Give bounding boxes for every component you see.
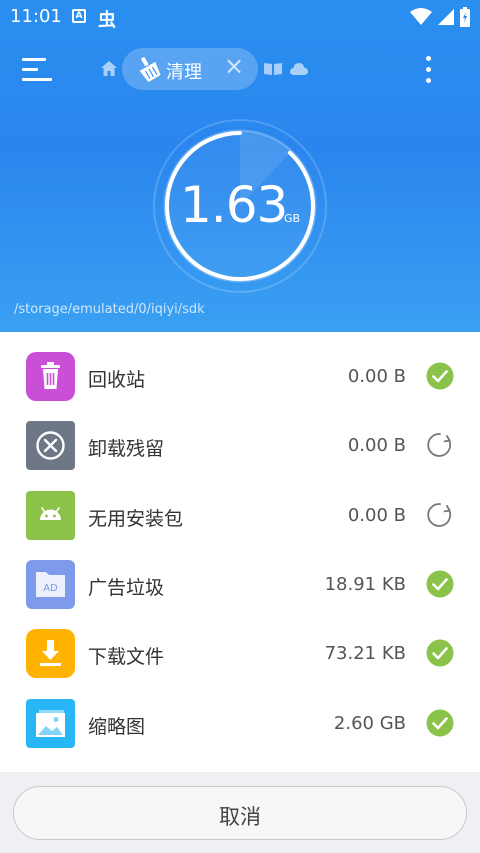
item-size: 0.00 B — [347, 366, 406, 387]
check-icon[interactable] — [426, 570, 454, 598]
thumbnail-icon — [26, 699, 75, 748]
cloud-icon[interactable] — [290, 62, 308, 76]
item-label: 广告垃圾 — [88, 577, 165, 599]
battery-icon — [460, 7, 470, 27]
status-time: 11:01 — [10, 6, 62, 27]
ad-icon: AD — [26, 560, 75, 609]
list-item-ad-junk[interactable]: AD 广告垃圾 18.91 KB — [0, 550, 480, 619]
gauge-unit: GB — [284, 212, 301, 225]
scan-path: /storage/emulated/0/iqiyi/sdk — [14, 302, 205, 317]
signal-icon — [438, 9, 454, 25]
toolbar: 清理 × — [0, 44, 480, 96]
check-icon[interactable] — [426, 362, 454, 390]
cancel-button[interactable]: 取消 — [13, 786, 467, 840]
tab-clean-label: 清理 — [166, 62, 202, 83]
list-item-unused-packages[interactable]: 无用安装包 0.00 B — [0, 481, 480, 550]
svg-text:AD: AD — [43, 583, 58, 594]
download-icon — [26, 629, 75, 678]
home-icon[interactable] — [100, 60, 118, 78]
item-label: 缩略图 — [88, 716, 146, 738]
list-item-downloads[interactable]: 下载文件 73.21 KB — [0, 619, 480, 688]
item-label: 无用安装包 — [88, 508, 184, 530]
item-label: 下载文件 — [88, 646, 165, 668]
broom-icon — [139, 57, 161, 82]
list-item-recycle-bin[interactable]: 回收站 0.00 B — [0, 342, 480, 411]
status-icons — [410, 7, 470, 27]
loading-icon — [427, 433, 452, 457]
close-icon[interactable]: × — [224, 54, 244, 78]
loading-icon — [427, 503, 452, 527]
check-icon[interactable] — [426, 709, 454, 737]
footer: 取消 — [0, 772, 480, 853]
gauge-value: 1.63 — [180, 176, 288, 234]
status-bar: 11:01 A 虫 — [0, 0, 480, 34]
item-size: 18.91 KB — [324, 574, 406, 595]
item-size: 0.00 B — [347, 435, 406, 456]
item-label: 卸载残留 — [88, 438, 165, 460]
cancel-label: 取消 — [219, 805, 261, 829]
item-size: 2.60 GB — [333, 713, 406, 734]
list-item-uninstall-residue[interactable]: 卸载残留 0.00 B — [0, 411, 480, 480]
trash-icon — [26, 352, 75, 401]
item-size: 73.21 KB — [324, 643, 406, 664]
android-icon — [26, 491, 75, 540]
list-item-thumbnails[interactable]: 缩略图 2.60 GB — [0, 689, 480, 758]
notification-a-icon: A — [72, 9, 86, 23]
item-label: 回收站 — [88, 369, 146, 391]
wifi-icon — [410, 8, 432, 25]
video-icon[interactable] — [264, 62, 282, 76]
check-icon[interactable] — [426, 639, 454, 667]
uninstall-icon — [26, 421, 75, 470]
item-size: 0.00 B — [347, 505, 406, 526]
scan-list: 回收站 0.00 B 卸载残留 0.00 B 无用安装包 0.00 B AD 广… — [0, 332, 480, 772]
more-vert-icon[interactable] — [422, 54, 434, 86]
menu-icon[interactable] — [22, 56, 52, 82]
notification-bug-icon: 虫 — [98, 10, 116, 31]
